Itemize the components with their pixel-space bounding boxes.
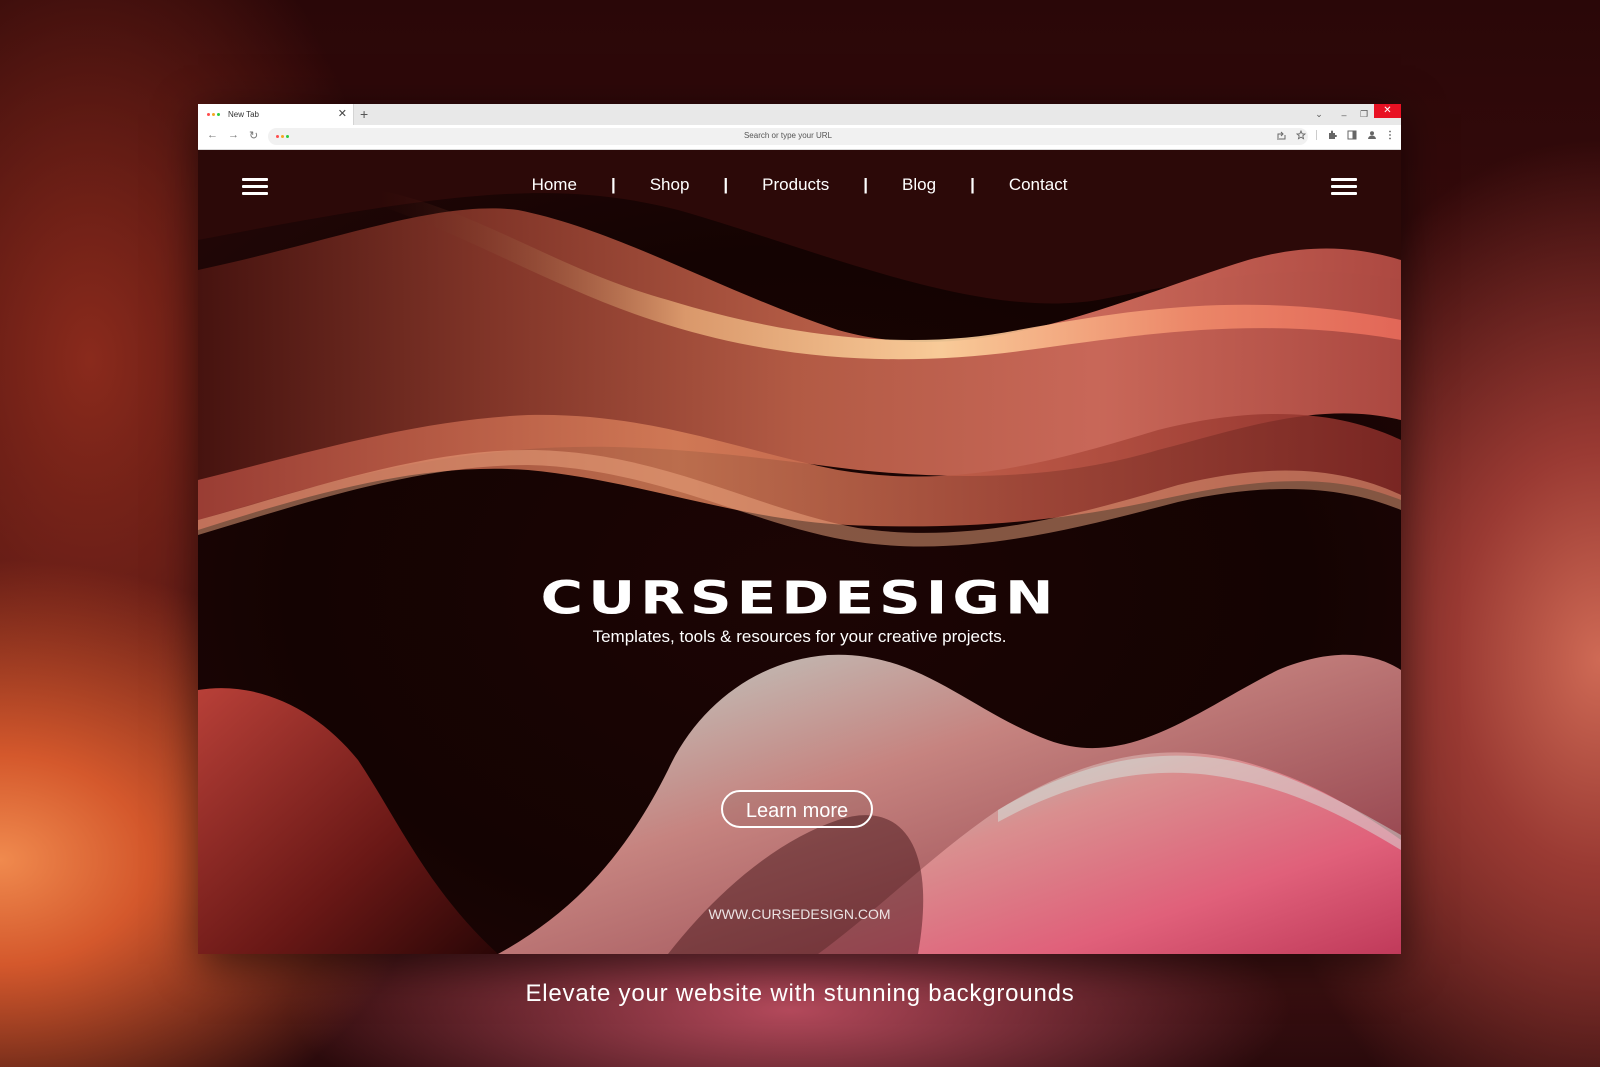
site-url[interactable]: WWW.CURSEDESIGN.COM <box>198 906 1401 922</box>
main-nav: Home | Shop | Products | Blog | Contact <box>198 175 1401 195</box>
browser-tab[interactable]: New Tab ✕ <box>198 104 354 125</box>
tab-bar: New Tab ✕ + ⌄ – ❐ ✕ <box>198 104 1401 125</box>
new-tab-button[interactable]: + <box>360 105 368 123</box>
favicon-icon <box>207 113 220 116</box>
hero-background <box>198 150 1401 954</box>
extensions-icon[interactable] <box>1327 130 1337 140</box>
close-window-button[interactable]: ✕ <box>1374 104 1401 118</box>
site-info-icon[interactable] <box>276 135 289 138</box>
restore-button[interactable]: ❐ <box>1354 109 1374 120</box>
nav-shop[interactable]: Shop <box>650 175 690 195</box>
address-placeholder[interactable]: Search or type your URL <box>268 131 1308 140</box>
tab-close-icon[interactable]: ✕ <box>338 107 347 121</box>
bookmark-star-icon[interactable] <box>1296 130 1306 140</box>
forward-icon[interactable]: → <box>228 129 239 142</box>
share-icon[interactable] <box>1276 130 1286 140</box>
profile-icon[interactable] <box>1367 130 1377 140</box>
address-bar[interactable]: Search or type your URL <box>268 128 1308 145</box>
nav-blog[interactable]: Blog <box>902 175 936 195</box>
side-panel-icon[interactable] <box>1347 130 1357 140</box>
nav-separator: | <box>610 175 616 194</box>
browser-window: New Tab ✕ + ⌄ – ❐ ✕ ← → ↻ Search or type… <box>198 104 1401 954</box>
learn-more-button[interactable]: Learn more <box>721 790 873 828</box>
back-icon[interactable]: ← <box>207 129 218 142</box>
browser-toolbar: ← → ↻ Search or type your URL <box>198 125 1401 150</box>
brand-logo: CURSEDESIGN <box>540 571 1059 625</box>
tab-title: New Tab <box>228 110 259 119</box>
toolbar-divider <box>1316 130 1317 140</box>
window-controls: ⌄ – ❐ ✕ <box>1304 104 1401 125</box>
nav-buttons: ← → ↻ <box>207 129 258 142</box>
website-page: Home | Shop | Products | Blog | Contact … <box>198 150 1401 954</box>
nav-contact[interactable]: Contact <box>1009 175 1068 195</box>
nav-separator: | <box>863 175 869 194</box>
tab-search-icon[interactable]: ⌄ <box>1304 109 1334 120</box>
nav-separator: | <box>970 175 975 194</box>
menu-kebab-icon[interactable] <box>1387 130 1393 140</box>
minimize-button[interactable]: – <box>1334 110 1354 120</box>
nav-home[interactable]: Home <box>532 175 577 195</box>
hero-tagline: Templates, tools & resources for your cr… <box>592 627 1007 646</box>
promo-caption: Elevate your website with stunning backg… <box>525 980 1075 1007</box>
nav-products[interactable]: Products <box>762 175 829 195</box>
nav-separator: | <box>723 175 729 194</box>
reload-icon[interactable]: ↻ <box>249 129 258 142</box>
toolbar-icons <box>1276 130 1393 140</box>
